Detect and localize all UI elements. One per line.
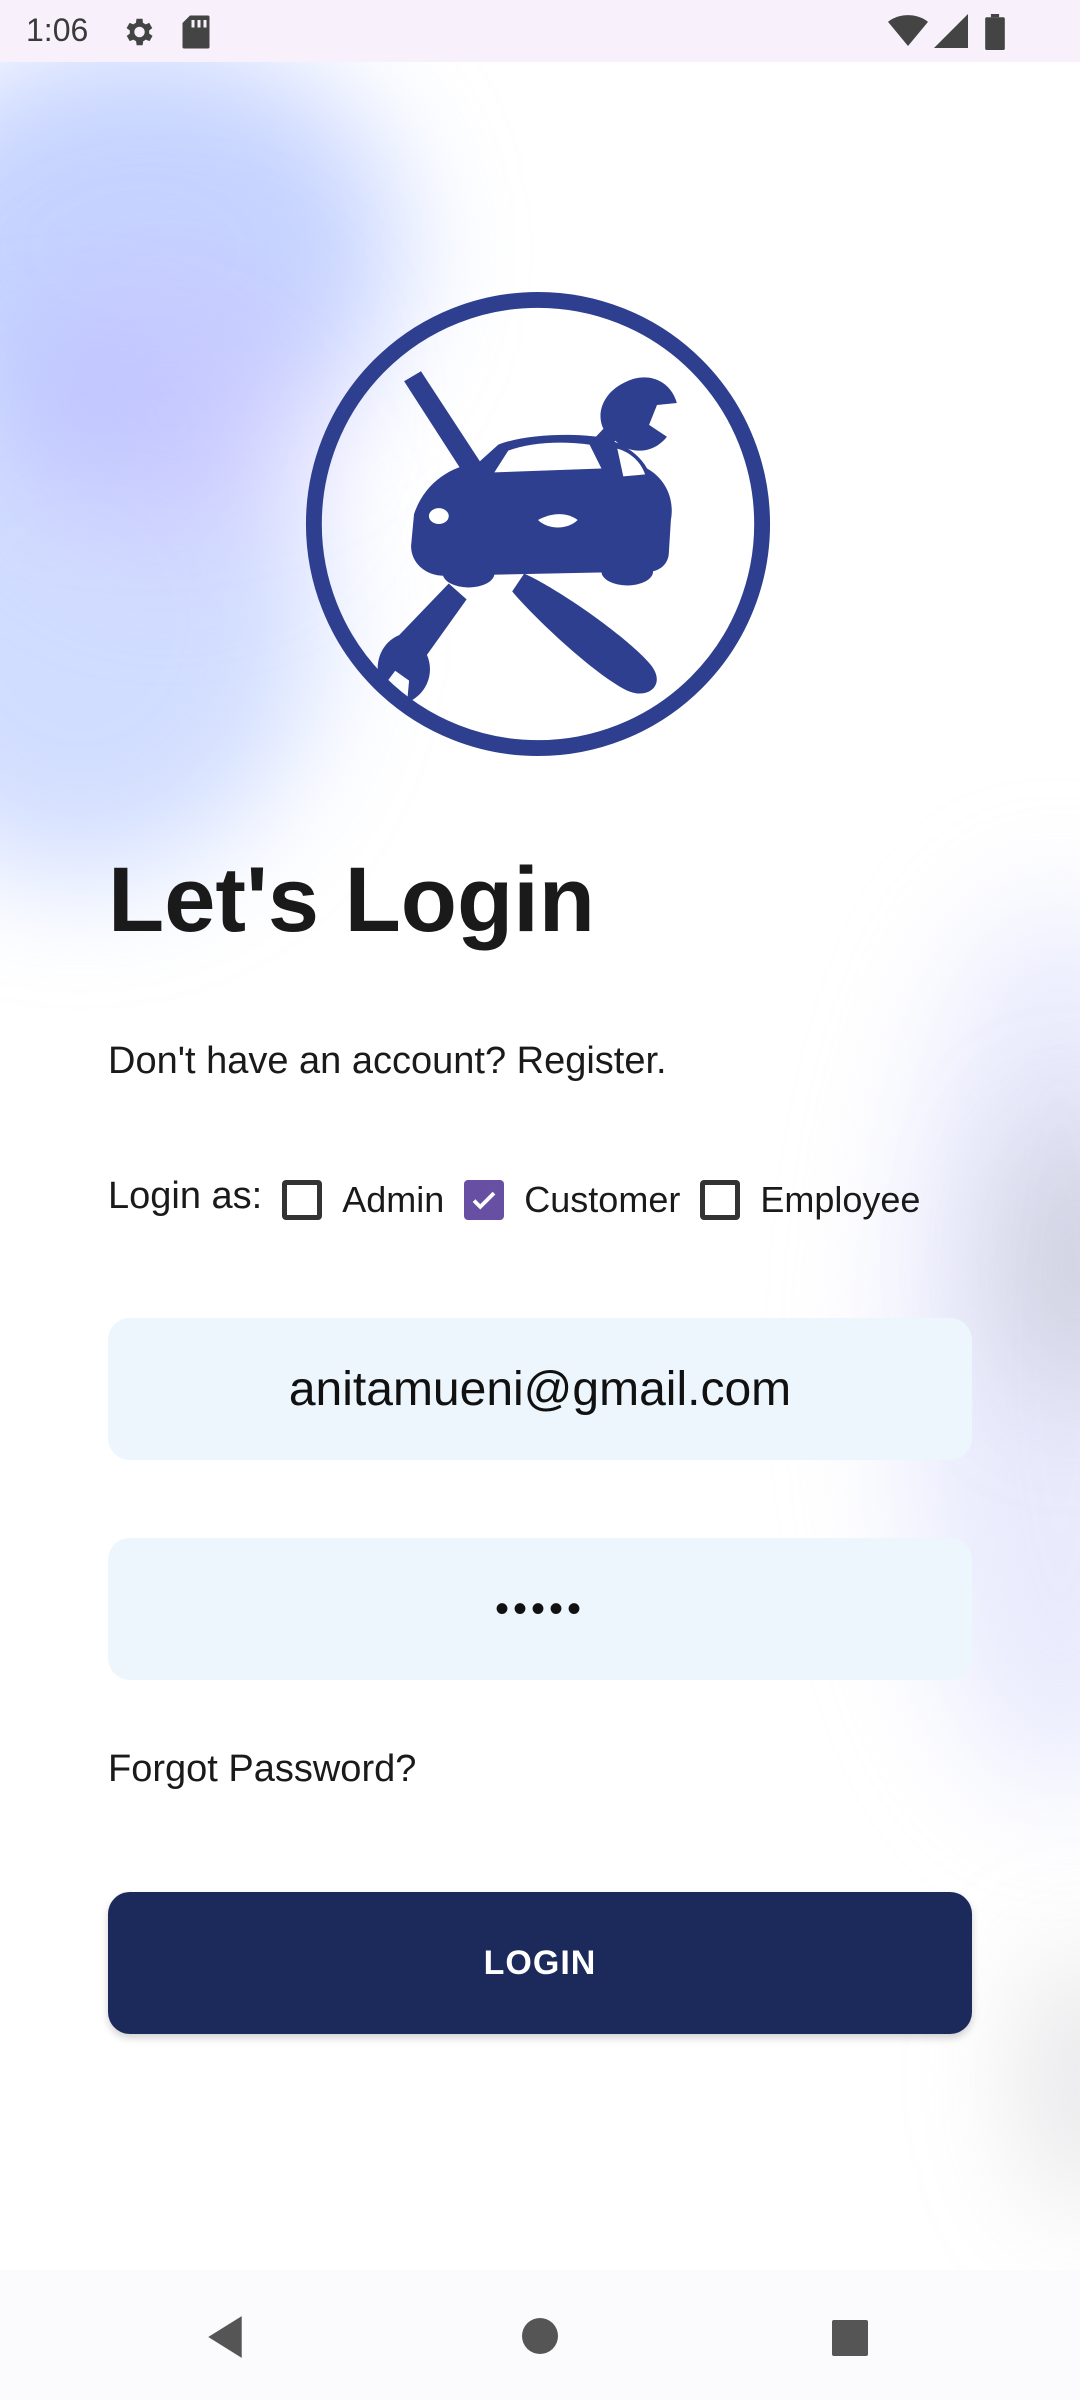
checkbox-label: Admin: [342, 1179, 445, 1220]
back-icon[interactable]: [204, 2314, 246, 2360]
register-link[interactable]: Don't have an account? Register.: [108, 1040, 667, 1083]
battery-icon: [985, 14, 1005, 50]
login-as-group: Login as: Admin Customer Employee: [108, 1170, 940, 1230]
checkbox-box[interactable]: [700, 1180, 741, 1220]
register-prompt[interactable]: Don't have an account? Register.: [108, 1040, 667, 1082]
checkbox-label: Customer: [524, 1179, 681, 1220]
background-blob: [0, 360, 320, 880]
background-blob: [20, 260, 320, 560]
checkbox-label: Employee: [760, 1179, 921, 1220]
background-blob: [1010, 1120, 1080, 1400]
email-field[interactable]: [108, 1318, 972, 1460]
signal-icon: [934, 14, 968, 48]
admin-checkbox[interactable]: Admin: [282, 1179, 444, 1221]
login-button[interactable]: LOGIN: [108, 1892, 972, 2034]
login-as-label: Login as:: [108, 1174, 263, 1217]
customer-checkbox[interactable]: Customer: [464, 1179, 680, 1221]
forgot-password-link[interactable]: Forgot Password?: [108, 1748, 416, 1791]
checkbox-box[interactable]: [464, 1180, 505, 1220]
recents-icon[interactable]: [830, 2318, 870, 2358]
home-icon[interactable]: [520, 2316, 560, 2356]
wifi-icon: [888, 15, 928, 46]
page-title: Let's Login: [108, 849, 595, 951]
employee-checkbox[interactable]: Employee: [700, 1179, 920, 1221]
sd-card-icon: [182, 15, 210, 49]
check-icon: [472, 1191, 496, 1210]
checkbox-box[interactable]: [282, 1180, 323, 1220]
car-repair-logo: [305, 291, 771, 757]
background-blob: [1030, 1950, 1080, 2210]
status-bar: 1:06: [0, 0, 1080, 62]
password-field[interactable]: [108, 1538, 972, 1680]
login-screen: 1:06 Let's Login Don't have an account? …: [0, 0, 1080, 2400]
navigation-bar: [0, 2270, 1080, 2400]
status-time: 1:06: [26, 12, 89, 48]
settings-icon: [126, 18, 153, 46]
